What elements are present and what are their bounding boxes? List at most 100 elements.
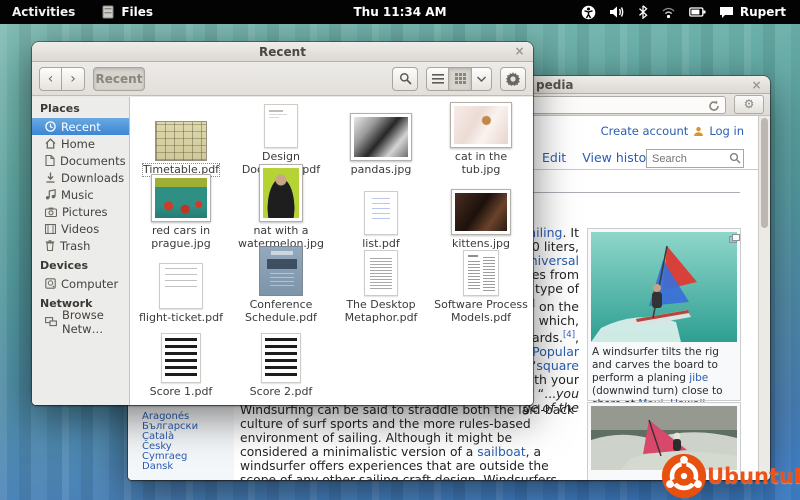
pdf-thumbnail bbox=[161, 333, 201, 383]
files-window: Recent × ‹ › Recent Places bbox=[32, 42, 533, 405]
file-grid: Timetable.pdf Design Document.pdf pandas… bbox=[130, 97, 533, 405]
harddisk-icon bbox=[45, 278, 56, 289]
article-paragraph: Windsurfing can be said to straddle both… bbox=[240, 403, 582, 480]
gear-menu-button[interactable] bbox=[500, 67, 526, 91]
file-item[interactable]: Score 1.pdf bbox=[131, 324, 231, 398]
file-item[interactable]: Conference Schedule.pdf bbox=[231, 250, 331, 324]
photo-thumbnail bbox=[451, 189, 511, 235]
file-item[interactable]: Score 2.pdf bbox=[231, 324, 331, 398]
top-bar: Activities Files Thu 11:34 AM Rupert bbox=[0, 0, 800, 24]
camera-icon bbox=[45, 207, 57, 217]
pdf-thumbnail bbox=[264, 104, 298, 148]
sidebar-item-downloads[interactable]: Downloads bbox=[32, 169, 129, 186]
file-item[interactable]: cat in the tub.jpg bbox=[431, 102, 531, 176]
files-sidebar: Places Recent Home Documents Downloads M… bbox=[32, 97, 130, 405]
pdf-thumbnail bbox=[463, 250, 499, 296]
browser-close-button[interactable]: × bbox=[748, 78, 765, 94]
tab-edit[interactable]: Edit bbox=[542, 150, 566, 165]
network-icon bbox=[45, 317, 57, 327]
photo-thumbnail bbox=[259, 164, 303, 222]
user-menu[interactable]: Rupert bbox=[719, 5, 786, 19]
search-button[interactable] bbox=[392, 67, 418, 91]
file-item[interactable]: nat with a watermelon.jpg bbox=[231, 176, 331, 250]
files-app-icon bbox=[101, 5, 115, 19]
volume-icon[interactable] bbox=[609, 5, 625, 19]
pdf-thumbnail bbox=[259, 246, 303, 296]
list-view-button[interactable] bbox=[426, 67, 449, 91]
ubuntukylin-logo: UbuntuKylin bbox=[658, 452, 800, 500]
file-item[interactable]: Software Process Models.pdf bbox=[431, 250, 531, 324]
activities-button[interactable]: Activities bbox=[12, 5, 75, 19]
windsurfer-maui-image[interactable] bbox=[591, 232, 737, 342]
files-toolbar: ‹ › Recent bbox=[32, 62, 533, 96]
sidebar-item-pictures[interactable]: Pictures bbox=[32, 203, 129, 220]
music-note-icon bbox=[45, 189, 56, 200]
chevron-down-icon bbox=[477, 76, 486, 82]
app-menu[interactable]: Files bbox=[101, 5, 153, 19]
pdf-thumbnail bbox=[261, 333, 301, 383]
browser-menu-button[interactable]: ⚙ bbox=[734, 95, 764, 114]
grid-view-button[interactable] bbox=[449, 67, 472, 91]
sidebar-item-recent[interactable]: Recent bbox=[32, 118, 129, 135]
trash-icon bbox=[45, 240, 55, 251]
browser-title: pedia bbox=[536, 76, 574, 94]
network-icon[interactable] bbox=[661, 6, 676, 19]
language-links: Aragonés Български Català Česky Cymraeg … bbox=[142, 412, 198, 472]
home-icon bbox=[45, 138, 56, 149]
film-icon bbox=[45, 224, 56, 234]
breadcrumb-recent[interactable]: Recent bbox=[93, 67, 145, 91]
gear-icon bbox=[506, 72, 520, 86]
file-item[interactable]: pandas.jpg bbox=[331, 102, 431, 176]
clock-icon bbox=[45, 121, 56, 132]
file-item[interactable]: The Desktop Metaphor.pdf bbox=[331, 250, 431, 324]
ubuntukylin-logo-text: UbuntuKylin bbox=[707, 464, 800, 488]
sidebar-item-browse-network[interactable]: Browse Netw… bbox=[32, 313, 129, 330]
file-item[interactable]: red cars in prague.jpg bbox=[131, 176, 231, 250]
pdf-thumbnail bbox=[364, 250, 398, 296]
sidebar-item-computer[interactable]: Computer bbox=[32, 275, 129, 292]
file-item[interactable]: flight-ticket.pdf bbox=[131, 250, 231, 324]
reload-icon[interactable] bbox=[707, 99, 721, 113]
expand-icon[interactable] bbox=[729, 234, 740, 243]
pdf-thumbnail bbox=[364, 191, 398, 235]
photo-thumbnail bbox=[450, 102, 512, 148]
file-item[interactable]: kittens.jpg bbox=[431, 176, 531, 250]
sidebar-item-videos[interactable]: Videos bbox=[32, 220, 129, 237]
sidebar-item-home[interactable]: Home bbox=[32, 135, 129, 152]
pdf-thumbnail bbox=[155, 121, 207, 161]
sidebar-item-music[interactable]: Music bbox=[32, 186, 129, 203]
sidebar-item-trash[interactable]: Trash bbox=[32, 237, 129, 254]
files-titlebar[interactable]: Recent × bbox=[32, 42, 533, 62]
download-icon bbox=[45, 172, 56, 183]
file-item[interactable]: list.pdf bbox=[331, 176, 431, 250]
forward-button[interactable]: › bbox=[62, 67, 85, 91]
wiki-search-icon[interactable] bbox=[729, 152, 741, 164]
user-icon bbox=[693, 126, 704, 137]
photo-thumbnail bbox=[151, 174, 211, 222]
chat-bubble-icon bbox=[719, 6, 734, 19]
bluetooth-icon[interactable] bbox=[638, 5, 648, 19]
files-close-button[interactable]: × bbox=[511, 44, 528, 60]
sidebar-header-places: Places bbox=[32, 97, 129, 118]
sidebar-item-documents[interactable]: Documents bbox=[32, 152, 129, 169]
photo-thumbnail bbox=[350, 113, 412, 161]
language-link[interactable]: Dansk bbox=[142, 462, 198, 472]
search-icon bbox=[399, 72, 412, 85]
accessibility-icon[interactable] bbox=[581, 5, 596, 20]
pdf-thumbnail bbox=[159, 263, 203, 309]
wiki-image-caption: A windsurfer tilts the rig and carves th… bbox=[591, 342, 737, 411]
battery-icon[interactable] bbox=[689, 6, 706, 18]
scrollbar-thumb[interactable] bbox=[761, 118, 768, 228]
wiki-thumbnail-windsurfer-maui[interactable]: A windsurfer tilts the rig and carves th… bbox=[587, 228, 741, 401]
ubuntukylin-logo-icon bbox=[658, 452, 710, 500]
grid-view-icon bbox=[455, 73, 466, 84]
back-button[interactable]: ‹ bbox=[39, 67, 62, 91]
view-options-dropdown[interactable] bbox=[472, 67, 492, 91]
file-item[interactable]: Timetable.pdf bbox=[131, 102, 231, 176]
list-view-icon bbox=[432, 74, 444, 84]
log-in-link[interactable]: Log in bbox=[709, 124, 744, 138]
sidebar-header-devices: Devices bbox=[32, 254, 129, 275]
files-window-title: Recent bbox=[259, 45, 306, 59]
create-account-link[interactable]: Create account bbox=[601, 124, 689, 138]
browser-scrollbar[interactable] bbox=[758, 116, 770, 480]
